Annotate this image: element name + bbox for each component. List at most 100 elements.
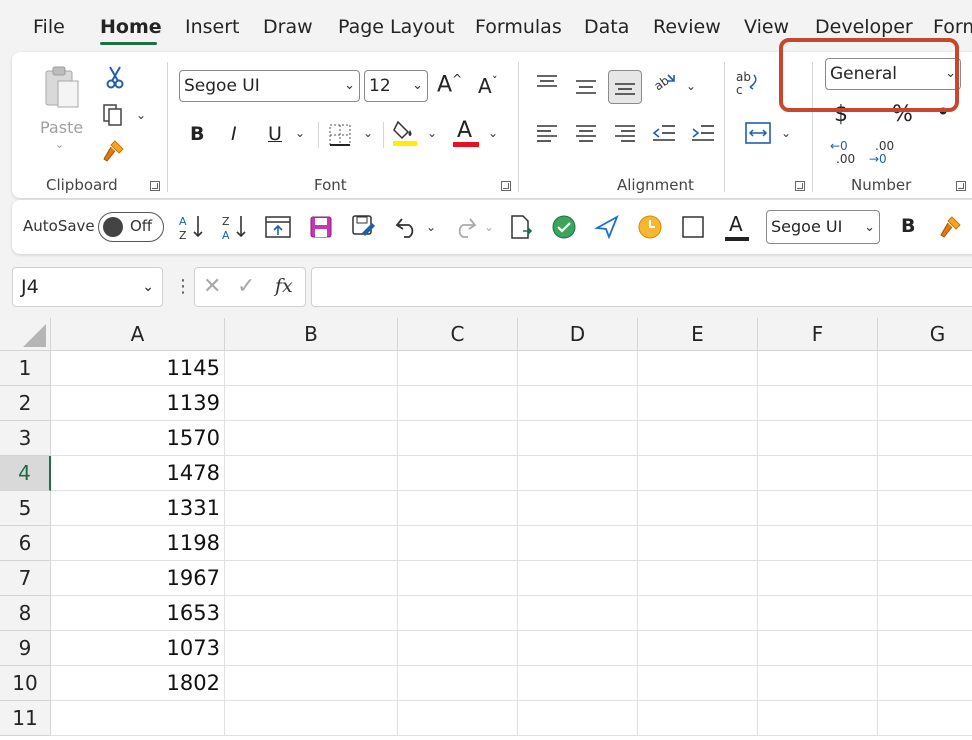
row-header-2[interactable]: 2 <box>0 386 51 421</box>
undo-dropdown-chevron-icon[interactable]: ⌄ <box>426 220 436 234</box>
cell-b1[interactable] <box>225 351 398 386</box>
cell-a11[interactable] <box>51 701 225 736</box>
cell-a1[interactable]: 1145 <box>51 351 225 386</box>
autosave-toggle[interactable]: Off <box>98 212 164 242</box>
formula-input[interactable] <box>311 267 972 307</box>
redo-dropdown-chevron-icon[interactable]: ⌄ <box>484 220 494 234</box>
cell-b11[interactable] <box>225 701 398 736</box>
cell-e2[interactable] <box>638 386 758 421</box>
bottom-align-icon[interactable] <box>608 70 642 104</box>
insert-function-icon[interactable]: fx <box>275 275 293 297</box>
underline-button[interactable]: U <box>268 123 282 145</box>
format-painter-qat-icon[interactable] <box>936 212 966 242</box>
cell-c10[interactable] <box>398 666 518 701</box>
cell-e5[interactable] <box>638 491 758 526</box>
cell-a2[interactable]: 1139 <box>51 386 225 421</box>
cancel-entry-icon[interactable]: ✕ <box>203 274 221 299</box>
decrease-indent-icon[interactable] <box>649 118 679 148</box>
fill-color-icon[interactable] <box>390 118 420 148</box>
font-dialog-launcher-icon[interactable] <box>501 181 511 191</box>
cell-d7[interactable] <box>518 561 638 596</box>
cell-a9[interactable]: 1073 <box>51 631 225 666</box>
cell-f4[interactable] <box>758 456 878 491</box>
copy-icon[interactable] <box>98 100 128 130</box>
row-header-3[interactable]: 3 <box>0 421 51 456</box>
align-center-icon[interactable] <box>571 118 601 148</box>
row-header-10[interactable]: 10 <box>0 666 51 701</box>
paste-label[interactable]: Paste <box>40 118 83 137</box>
cell-g7[interactable] <box>878 561 972 596</box>
row-header-4[interactable]: 4 <box>0 456 51 491</box>
orientation-icon[interactable]: ab <box>650 68 680 98</box>
increase-font-size-icon[interactable]: A^ <box>437 72 462 97</box>
cell-c5[interactable] <box>398 491 518 526</box>
font-color-dropdown-chevron-icon[interactable]: ⌄ <box>488 126 498 140</box>
clipboard-dialog-launcher-icon[interactable] <box>150 181 160 191</box>
cell-b8[interactable] <box>225 596 398 631</box>
save-icon[interactable] <box>306 212 336 242</box>
cell-d10[interactable] <box>518 666 638 701</box>
format-painter-icon[interactable] <box>99 136 129 166</box>
italic-button[interactable]: I <box>231 123 237 145</box>
qat-font-select[interactable]: Segoe UI ⌄ <box>766 210 880 244</box>
cut-icon[interactable] <box>100 62 130 92</box>
more-options-icon[interactable]: ⋮ <box>174 276 192 297</box>
cell-b3[interactable] <box>225 421 398 456</box>
column-header-d[interactable]: D <box>518 318 638 351</box>
sort-ascending-icon[interactable]: AZ <box>177 212 207 242</box>
row-header-1[interactable]: 1 <box>0 351 51 386</box>
align-right-icon[interactable] <box>610 118 640 148</box>
cell-g5[interactable] <box>878 491 972 526</box>
undo-icon[interactable] <box>392 212 422 242</box>
cell-d3[interactable] <box>518 421 638 456</box>
cell-f9[interactable] <box>758 631 878 666</box>
cell-c9[interactable] <box>398 631 518 666</box>
confirm-entry-icon[interactable]: ✓ <box>237 274 255 299</box>
cell-a7[interactable]: 1967 <box>51 561 225 596</box>
tab-view[interactable]: View <box>744 16 789 38</box>
copy-dropdown-chevron-icon[interactable]: ⌄ <box>136 108 146 122</box>
column-header-g[interactable]: G <box>878 318 972 351</box>
cell-a10[interactable]: 1802 <box>51 666 225 701</box>
cell-e3[interactable] <box>638 421 758 456</box>
cell-c7[interactable] <box>398 561 518 596</box>
row-header-8[interactable]: 8 <box>0 596 51 631</box>
column-header-c[interactable]: C <box>398 318 518 351</box>
cell-f5[interactable] <box>758 491 878 526</box>
export-file-icon[interactable] <box>506 212 536 242</box>
cell-b5[interactable] <box>225 491 398 526</box>
cell-d11[interactable] <box>518 701 638 736</box>
cell-f1[interactable] <box>758 351 878 386</box>
qat-bold-button[interactable]: B <box>901 215 915 237</box>
name-box[interactable]: J4 ⌄ <box>12 267 163 307</box>
cell-e10[interactable] <box>638 666 758 701</box>
font-name-select[interactable]: Segoe UI ⌄ <box>179 70 360 102</box>
sort-descending-icon[interactable]: ZA <box>220 212 250 242</box>
tab-page-layout[interactable]: Page Layout <box>338 16 455 38</box>
column-header-e[interactable]: E <box>638 318 758 351</box>
number-dialog-launcher-icon[interactable] <box>956 181 966 191</box>
tab-review[interactable]: Review <box>653 16 721 38</box>
fill-color-dropdown-chevron-icon[interactable]: ⌄ <box>427 126 437 140</box>
cell-g1[interactable] <box>878 351 972 386</box>
cell-e8[interactable] <box>638 596 758 631</box>
cell-a3[interactable]: 1570 <box>51 421 225 456</box>
cell-c8[interactable] <box>398 596 518 631</box>
cell-d9[interactable] <box>518 631 638 666</box>
cell-a4[interactable]: 1478 <box>51 456 225 491</box>
row-header-9[interactable]: 9 <box>0 631 51 666</box>
tab-data[interactable]: Data <box>584 16 629 38</box>
tab-formulas-cut[interactable]: Form <box>933 16 972 38</box>
cell-f11[interactable] <box>758 701 878 736</box>
column-header-a[interactable]: A <box>51 318 225 351</box>
cell-e7[interactable] <box>638 561 758 596</box>
column-header-f[interactable]: F <box>758 318 878 351</box>
send-icon[interactable] <box>592 212 622 242</box>
font-size-select[interactable]: 12 ⌄ <box>364 70 428 102</box>
cell-g8[interactable] <box>878 596 972 631</box>
alignment-dialog-launcher-icon[interactable] <box>795 181 805 191</box>
cell-c4[interactable] <box>398 456 518 491</box>
cell-g9[interactable] <box>878 631 972 666</box>
borders-icon[interactable] <box>325 120 355 150</box>
bold-button[interactable]: B <box>190 123 204 145</box>
